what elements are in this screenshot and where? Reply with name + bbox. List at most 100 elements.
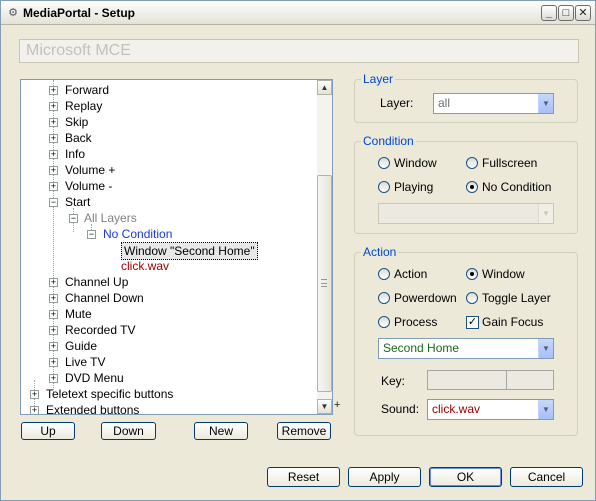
- tree-node[interactable]: + Channel Up: [21, 274, 317, 290]
- scrollbar-grip-icon: [321, 279, 327, 287]
- chevron-down-icon[interactable]: ▼: [538, 339, 553, 358]
- condition-fullscreen-label: Fullscreen: [482, 156, 538, 170]
- key-code-field: [506, 370, 554, 390]
- tree-node[interactable]: + Guide: [21, 338, 317, 354]
- expand-icon[interactable]: +: [49, 374, 58, 383]
- new-button[interactable]: New: [194, 422, 248, 440]
- gain-focus-checkbox[interactable]: ✓: [466, 316, 479, 329]
- condition-window-radio[interactable]: [378, 157, 390, 169]
- tree-node[interactable]: − All Layers: [21, 210, 317, 226]
- tree-node[interactable]: + Channel Down: [21, 290, 317, 306]
- chevron-down-icon: ▼: [538, 204, 553, 223]
- condition-group: Condition Window Fullscreen Playing No C…: [354, 134, 578, 234]
- scroll-down-arrow-icon[interactable]: ▼: [317, 399, 332, 414]
- scheme-name-field[interactable]: Microsoft MCE: [19, 39, 579, 63]
- tree-node[interactable]: + Recorded TV: [21, 322, 317, 338]
- expand-icon[interactable]: +: [49, 342, 58, 351]
- tree-node-label: Volume +: [65, 163, 116, 177]
- tree-node[interactable]: + Volume +: [21, 162, 317, 178]
- tree-node-label: Live TV: [65, 355, 106, 369]
- condition-playing-radio[interactable]: [378, 181, 390, 193]
- minimize-button[interactable]: _: [541, 5, 557, 21]
- expand-icon[interactable]: +: [49, 118, 58, 127]
- scroll-up-arrow-icon[interactable]: ▲: [317, 80, 332, 95]
- action-window-select[interactable]: Second Home ▼: [378, 338, 554, 359]
- collapse-icon[interactable]: −: [87, 230, 96, 239]
- remove-button[interactable]: Remove: [277, 422, 331, 440]
- tree-node-label: Extended buttons: [46, 403, 140, 414]
- tree-node-label: Skip: [65, 115, 89, 129]
- expand-icon[interactable]: +: [30, 406, 39, 414]
- expand-icon[interactable]: +: [49, 86, 58, 95]
- action-group-title: Action: [361, 245, 399, 259]
- condition-fullscreen-radio[interactable]: [466, 157, 478, 169]
- apply-button[interactable]: Apply: [348, 467, 421, 487]
- action-action-label: Action: [394, 267, 428, 281]
- maximize-button[interactable]: □: [558, 5, 574, 21]
- expand-icon[interactable]: +: [49, 134, 58, 143]
- gain-focus-label: Gain Focus: [482, 315, 544, 329]
- tree-node-label: All Layers: [84, 211, 137, 225]
- tree-node[interactable]: click.wav: [21, 258, 317, 274]
- condition-window-label: Window: [394, 156, 437, 170]
- collapse-icon[interactable]: −: [69, 214, 78, 223]
- condition-playing-label: Playing: [394, 180, 434, 194]
- action-powerdown-label: Powerdown: [394, 291, 457, 305]
- tree-node-label: Channel Up: [65, 275, 129, 289]
- expand-icon[interactable]: +: [49, 102, 58, 111]
- tree-node[interactable]: − No Condition: [21, 226, 317, 242]
- tree-node-label: click.wav: [121, 259, 170, 273]
- expand-icon[interactable]: +: [49, 326, 58, 335]
- reset-button[interactable]: Reset: [267, 467, 340, 487]
- tree-node[interactable]: + Replay: [21, 98, 317, 114]
- ok-button[interactable]: OK: [429, 467, 502, 487]
- tree-node[interactable]: + Back: [21, 130, 317, 146]
- tree-node[interactable]: + Volume -: [21, 178, 317, 194]
- tree-node[interactable]: + Skip: [21, 114, 317, 130]
- tree-node-label: Volume -: [65, 179, 113, 193]
- tree-node-label: Forward: [65, 83, 110, 97]
- tree-vertical-scrollbar[interactable]: ▲ ▼: [317, 80, 332, 414]
- tree-node[interactable]: + Forward: [21, 82, 317, 98]
- layer-label: Layer:: [380, 96, 414, 110]
- tree-node[interactable]: + Teletext specific buttons: [21, 386, 317, 402]
- action-toggle-layer-radio[interactable]: [466, 292, 478, 304]
- tree-node[interactable]: + Info: [21, 146, 317, 162]
- down-button[interactable]: Down: [101, 422, 156, 440]
- layer-select-value: all: [438, 96, 451, 110]
- expand-icon[interactable]: +: [49, 358, 58, 367]
- button-mapping-tree[interactable]: + Forward + Replay + Skip + Back + Info + Volume + +…: [20, 79, 333, 415]
- sound-select[interactable]: click.wav ▼: [427, 399, 554, 420]
- close-button[interactable]: ✕: [575, 5, 591, 21]
- expand-icon[interactable]: +: [49, 182, 58, 191]
- action-process-radio[interactable]: [378, 316, 390, 328]
- title-bar[interactable]: ⚙ MediaPortal - Setup _ □ ✕: [1, 1, 595, 25]
- key-label: Key:: [381, 374, 406, 388]
- layer-select[interactable]: all ▼: [433, 93, 554, 114]
- expand-icon[interactable]: +: [49, 294, 58, 303]
- cancel-button[interactable]: Cancel: [510, 467, 583, 487]
- tree-node[interactable]: Window "Second Home": [21, 242, 317, 260]
- sound-select-value: click.wav: [432, 402, 481, 416]
- action-window-label: Window: [482, 267, 525, 281]
- expand-icon[interactable]: +: [49, 278, 58, 287]
- action-powerdown-radio[interactable]: [378, 292, 390, 304]
- chevron-down-icon[interactable]: ▼: [538, 94, 553, 113]
- tree-content: + Forward + Replay + Skip + Back + Info + Volume + +…: [21, 80, 317, 414]
- tree-node[interactable]: + Mute: [21, 306, 317, 322]
- expand-icon[interactable]: +: [49, 150, 58, 159]
- action-action-radio[interactable]: [378, 268, 390, 280]
- tree-node[interactable]: + Live TV: [21, 354, 317, 370]
- expand-icon[interactable]: +: [30, 390, 39, 399]
- action-window-radio[interactable]: [466, 268, 478, 280]
- up-button[interactable]: Up: [21, 422, 75, 440]
- tree-node[interactable]: + DVD Menu: [21, 370, 317, 386]
- collapse-icon[interactable]: −: [49, 198, 58, 207]
- tree-node[interactable]: + Extended buttons: [21, 402, 317, 414]
- expand-icon[interactable]: +: [49, 310, 58, 319]
- expand-icon[interactable]: +: [49, 166, 58, 175]
- mediaportal-app-icon: ⚙: [8, 7, 18, 19]
- condition-no-condition-radio[interactable]: [466, 181, 478, 193]
- chevron-down-icon[interactable]: ▼: [538, 400, 553, 419]
- tree-node[interactable]: − Start: [21, 194, 317, 210]
